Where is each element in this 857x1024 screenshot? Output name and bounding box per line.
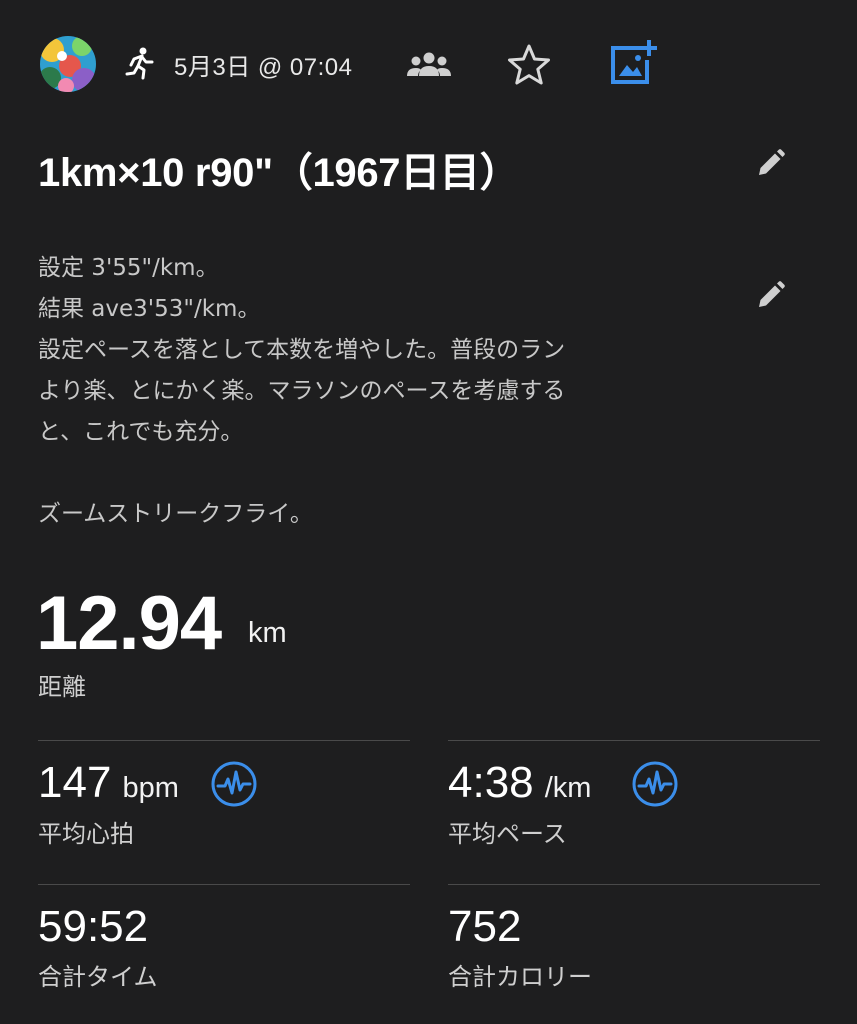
avatar-image [40,36,96,92]
edit-title-pencil-icon[interactable] [754,148,786,180]
avatar[interactable] [40,36,96,92]
running-icon [121,45,157,81]
activity-date-time: 5月3日 @ 07:04 [174,54,353,81]
pace-stat: 4:38 /km [448,758,591,808]
star-icon[interactable] [505,42,553,88]
divider [448,884,820,885]
distance-value: 12.94 [36,581,222,666]
calories-label: 合計カロリー [448,963,592,991]
divider [38,884,410,885]
total-time-label: 合計タイム [38,963,158,991]
calories-value: 752 [448,902,522,951]
edit-description-pencil-icon[interactable] [754,280,786,312]
heart-rate-stat: 147 bpm [38,758,179,808]
activity-title: 1km×10 r90"（1967日目） [38,151,520,195]
pace-value: 4:38 [448,758,534,807]
heart-rate-label: 平均心拍 [38,820,134,848]
pace-pulse-icon[interactable] [631,760,679,808]
pace-unit: /km [544,772,592,804]
distance-unit: km [248,617,287,649]
group-icon[interactable] [406,50,452,80]
divider [38,740,410,741]
activity-description: 設定 3'55"/km。 結果 ave3'53"/km。 設定ペースを落として本… [38,255,566,527]
divider [448,740,820,741]
total-time-value: 59:52 [38,902,149,951]
distance-label: 距離 [38,673,86,701]
pace-label: 平均ペース [448,820,567,848]
heart-rate-pulse-icon[interactable] [210,760,258,808]
heart-rate-unit: bpm [122,772,179,804]
add-photo-icon[interactable] [607,38,657,86]
heart-rate-value: 147 [38,758,112,807]
